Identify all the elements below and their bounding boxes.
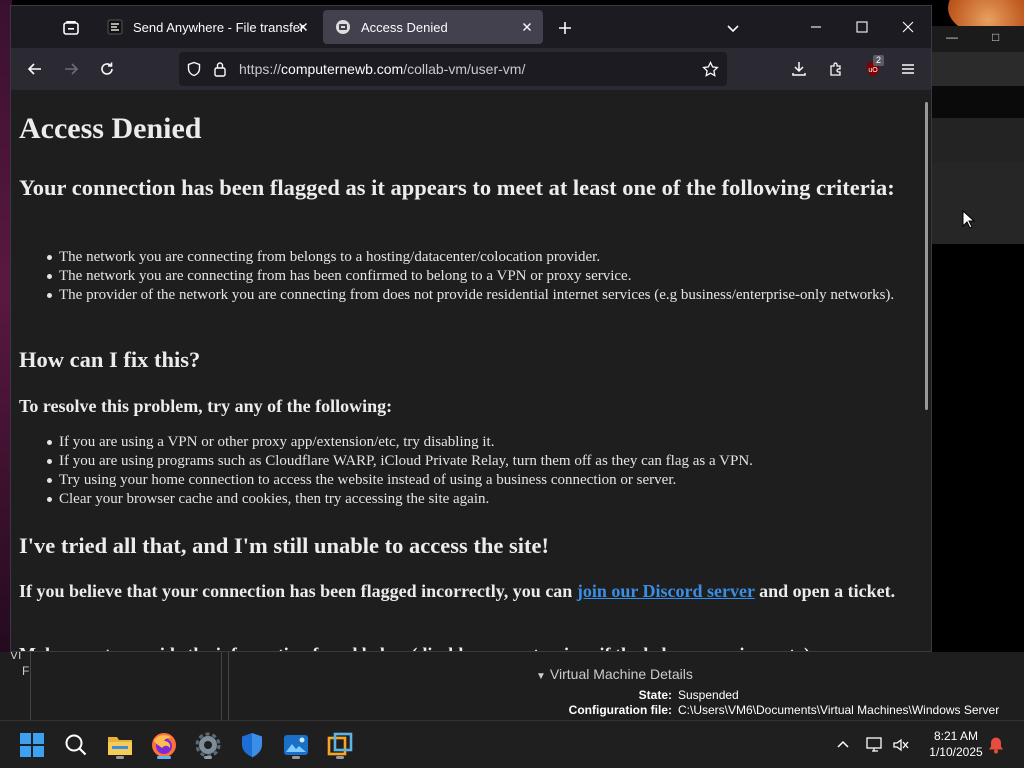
mouse-cursor-icon (962, 209, 976, 235)
taskbar-clock[interactable]: 8:21 AM 1/10/2025 (918, 728, 994, 760)
close-tab-icon[interactable] (519, 19, 535, 35)
vm-config-row: Configuration file: C:\Users\VM6\Document… (528, 703, 1000, 717)
list-all-tabs-icon[interactable] (723, 18, 743, 38)
list-item: The network you are connecting from belo… (47, 248, 899, 267)
show-hidden-icons-chevron-icon[interactable] (829, 729, 857, 761)
taskbar (0, 720, 1024, 768)
ublock-origin-icon[interactable]: uO 2 (863, 55, 885, 79)
list-item: Clear your browser cache and cookies, th… (47, 490, 899, 509)
navigation-toolbar: https://computernewb.com/collab-vm/user-… (11, 48, 931, 90)
vmware-commands-panel (932, 162, 1024, 244)
running-indicator (336, 756, 344, 759)
network-icon[interactable] (861, 729, 889, 761)
photos-icon[interactable] (280, 729, 312, 761)
list-item: The network you are connecting from has … (47, 267, 899, 286)
vmware-maximize-icon[interactable]: □ (992, 30, 999, 44)
vmware-header-panel (932, 118, 1024, 162)
tab-title: Access Denied (361, 19, 448, 35)
tracking-protection-shield-icon[interactable] (185, 60, 203, 78)
vm-config-label: Configuration file: (568, 703, 672, 717)
fix-heading: How can I fix this? (19, 347, 201, 372)
list-item: If you are using programs such as Cloudf… (47, 452, 899, 471)
downloads-icon[interactable] (789, 59, 809, 79)
vmware-icon[interactable] (324, 729, 356, 761)
flagged-heading: Your connection has been flagged as it a… (19, 175, 895, 200)
vmware-tabbar (932, 86, 1024, 118)
vm-config-value: C:\Users\VM6\Documents\Virtual Machines\… (678, 703, 1000, 717)
believe-text-post: and open a ticket. (754, 581, 896, 601)
windows-security-icon[interactable] (236, 729, 268, 761)
make-sure-paragraph: Make sure to provide the information fou… (19, 643, 899, 651)
running-indicator (116, 756, 124, 759)
tab-title: Send Anywhere - File transfer (133, 19, 305, 35)
believe-text-pre: If you believe that your connection has … (19, 581, 577, 601)
app-menu-icon[interactable] (898, 59, 918, 79)
back-icon[interactable] (25, 59, 45, 79)
close-window-icon[interactable] (893, 14, 923, 40)
tab-send-anywhere[interactable]: Send Anywhere - File transfer (95, 10, 319, 44)
vmware-preview-area (932, 244, 1024, 584)
url-text: https://computernewb.com/collab-vm/user-… (239, 61, 525, 77)
resolve-intro: To resolve this problem, try any of the … (19, 396, 393, 416)
clock-date: 1/10/2025 (929, 745, 983, 759)
vm-details-title: Virtual Machine Details (549, 666, 693, 682)
volume-muted-icon[interactable] (887, 729, 915, 761)
clock-time: 8:21 AM (933, 729, 979, 743)
vmware-toolbar (932, 52, 1024, 86)
lock-icon[interactable] (211, 60, 229, 78)
tab-strip: Send Anywhere - File transfer Access Den… (11, 6, 931, 48)
url-path: /collab-vm/user-vm/ (403, 61, 526, 77)
send-anywhere-favicon-icon (107, 19, 123, 35)
firefox-icon[interactable] (148, 729, 180, 761)
close-tab-icon[interactable] (295, 19, 311, 35)
vm-state-row: State: Suspended (528, 688, 739, 702)
vmware-side-label: F (22, 664, 30, 678)
page-content: Access Denied Your connection has been f… (11, 90, 921, 651)
minimize-window-icon[interactable] (801, 14, 831, 40)
criteria-list: The network you are connecting from belo… (47, 248, 899, 305)
extensions-puzzle-icon[interactable] (826, 59, 846, 79)
vmware-minimize-icon[interactable]: — (946, 30, 958, 44)
start-icon[interactable] (16, 729, 48, 761)
firefox-view-icon[interactable] (61, 18, 81, 38)
vm-details-header[interactable]: ▼ Virtual Machine Details (536, 666, 693, 682)
tried-heading: I've tried all that, and I'm still unabl… (19, 533, 549, 558)
list-item: The provider of the network you are conn… (47, 286, 899, 305)
fixes-list: If you are using a VPN or other proxy ap… (47, 433, 899, 509)
discord-link[interactable]: join our Discord server (577, 581, 755, 601)
bookmark-star-icon[interactable] (701, 60, 719, 78)
believe-paragraph: If you believe that your connection has … (19, 580, 899, 602)
collapse-triangle-icon[interactable]: ▼ (536, 671, 546, 682)
new-tab-icon[interactable] (555, 18, 575, 38)
url-host: computernewb.com (281, 61, 404, 77)
extension-badge: 2 (873, 55, 885, 66)
vmware-devices-panel (30, 652, 222, 720)
svg-text:uO: uO (868, 67, 878, 74)
tab-access-denied[interactable]: Access Denied (323, 10, 543, 44)
firefox-window: Send Anywhere - File transfer Access Den… (10, 5, 932, 652)
file-explorer-icon[interactable] (104, 729, 136, 761)
url-bar[interactable]: https://computernewb.com/collab-vm/user-… (179, 52, 727, 86)
running-indicator (157, 756, 171, 759)
maximize-window-icon[interactable] (847, 14, 877, 40)
search-icon[interactable] (60, 729, 92, 761)
reload-icon[interactable] (97, 59, 117, 79)
forward-icon[interactable] (61, 59, 81, 79)
scrollbar-thumb[interactable] (925, 102, 928, 410)
list-item: Try using your home connection to access… (47, 471, 899, 490)
vm-state-label: State: (638, 688, 672, 702)
vmware-options-panel (228, 652, 524, 720)
computernewb-favicon-icon (335, 19, 351, 35)
running-indicator (204, 756, 212, 759)
running-indicator (292, 756, 300, 759)
url-scheme: https:// (239, 61, 282, 77)
settings-icon[interactable] (192, 729, 224, 761)
vm-state-value: Suspended (678, 688, 739, 702)
list-item: If you are using a VPN or other proxy ap… (47, 433, 899, 452)
page-title: Access Denied (19, 112, 202, 145)
